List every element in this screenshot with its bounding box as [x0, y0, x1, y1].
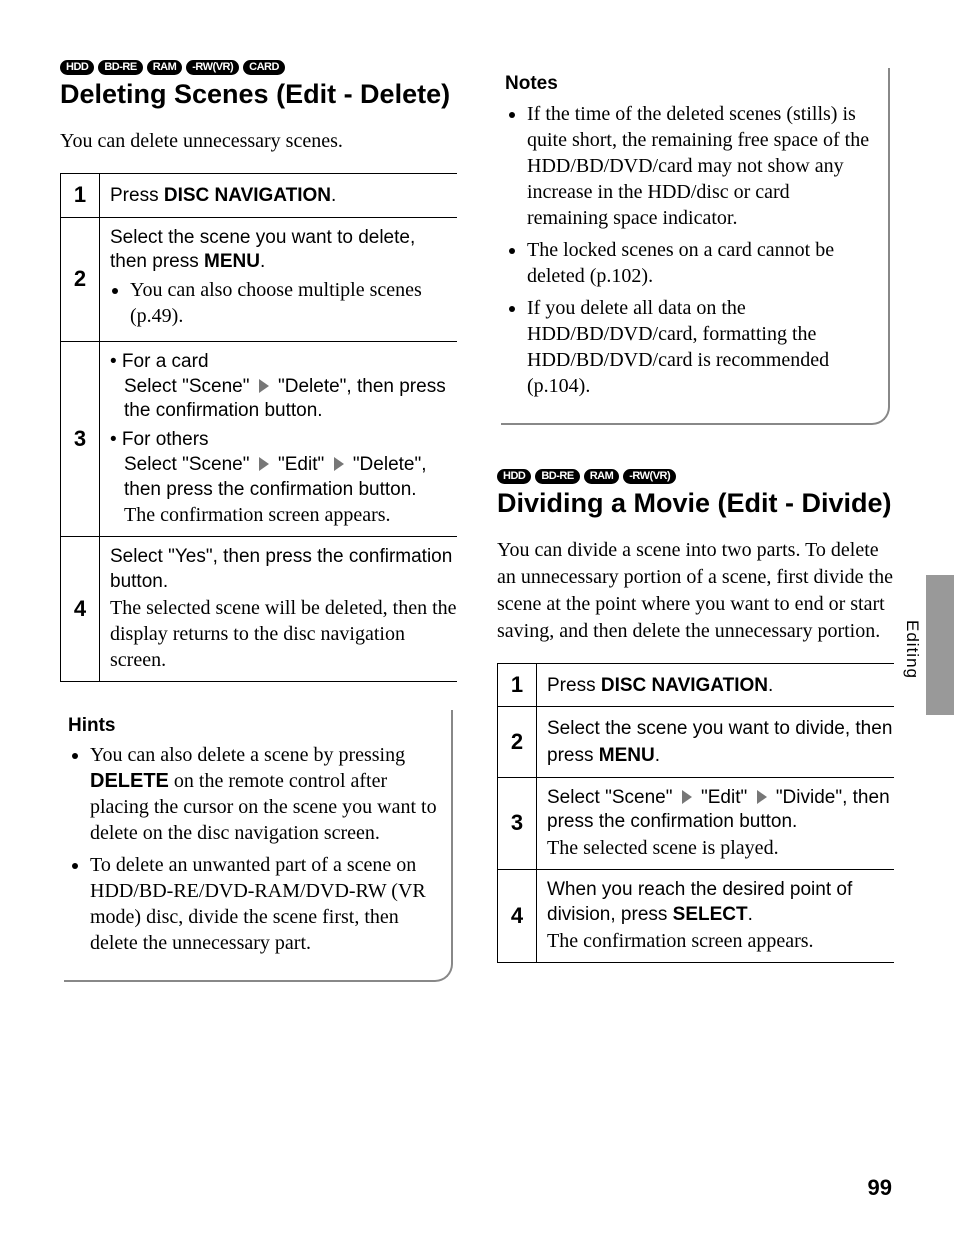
- step-body: Press DISC NAVIGATION.: [537, 664, 894, 707]
- note-item: The locked scenes on a card cannot be de…: [527, 237, 874, 289]
- step-number: 3: [497, 778, 537, 869]
- tag-rwvr: -RW(VR): [623, 469, 676, 484]
- step-body: Select "Yes", then press the confirmatio…: [100, 537, 457, 680]
- text-line: Select "Scene" "Delete", then press the …: [124, 375, 457, 424]
- step-body: Press DISC NAVIGATION.: [100, 174, 457, 217]
- step-body: • For a card Select "Scene" "Delete", th…: [100, 342, 457, 536]
- text-line: Select "Scene" "Edit" "Delete", then pre…: [124, 453, 457, 502]
- media-tags-dividing: HDD BD-RE RAM -RW(VR): [497, 469, 894, 484]
- text-fragment: Select "Scene": [547, 787, 672, 808]
- content-columns: HDD BD-RE RAM -RW(VR) CARD Deleting Scen…: [60, 60, 894, 982]
- text-fragment: • For others: [110, 429, 209, 450]
- tag-card: CARD: [243, 60, 285, 75]
- text-fragment: .: [331, 185, 336, 206]
- step-body: Select "Scene" "Edit" "Divide", then pre…: [537, 778, 894, 869]
- text-fragment: .: [655, 745, 660, 766]
- text-bold: MENU: [204, 251, 260, 272]
- notes-box: Notes If the time of the deleted scenes …: [501, 68, 890, 425]
- hints-box: Hints You can also delete a scene by pre…: [64, 710, 453, 983]
- steps-deleting: 1 Press DISC NAVIGATION. 2 Select the sc…: [60, 173, 457, 682]
- step-text: Select "Scene" "Edit" "Divide", then pre…: [547, 786, 894, 835]
- tag-hdd: HDD: [60, 60, 94, 75]
- media-tags-deleting: HDD BD-RE RAM -RW(VR) CARD: [60, 60, 457, 75]
- text-fragment: .: [768, 675, 773, 696]
- text-fragment: .: [260, 251, 265, 272]
- intro-dividing: You can divide a scene into two parts. T…: [497, 537, 894, 645]
- hint-item: To delete an unwanted part of a scene on…: [90, 852, 437, 956]
- triangle-icon: [757, 790, 767, 804]
- step-subnote: The selected scene is played.: [547, 835, 894, 861]
- step-option-card: • For a card Select "Scene" "Delete", th…: [110, 350, 457, 424]
- step-row: 4 When you reach the desired point of di…: [497, 870, 894, 962]
- steps-dividing: 1 Press DISC NAVIGATION. 2 Select the sc…: [497, 663, 894, 963]
- page-root: Editing HDD BD-RE RAM -RW(VR) CARD Delet…: [0, 0, 954, 1235]
- text-fragment: Select "Scene": [124, 376, 249, 397]
- text-fragment: Select "Scene": [124, 454, 249, 475]
- step-subnote: The confirmation screen appears.: [547, 928, 894, 954]
- triangle-icon: [259, 457, 269, 471]
- hints-title: Hints: [68, 714, 437, 739]
- step-number: 1: [497, 664, 537, 707]
- heading-dividing-movie: Dividing a Movie (Edit - Divide): [497, 488, 894, 519]
- text-bold: DISC NAVIGATION: [601, 675, 768, 696]
- triangle-icon: [259, 379, 269, 393]
- tag-bdre: BD-RE: [98, 60, 142, 75]
- section-tab: [926, 575, 954, 715]
- right-column: Notes If the time of the deleted scenes …: [497, 60, 894, 982]
- text-bold: SELECT: [673, 904, 748, 925]
- triangle-icon: [682, 790, 692, 804]
- step-text: Select "Yes", then press the confirmatio…: [110, 545, 457, 594]
- text-fragment: "Edit": [278, 454, 324, 475]
- tag-rwvr: -RW(VR): [186, 60, 239, 75]
- step-option-others: • For others Select "Scene" "Edit" "Dele…: [110, 428, 457, 502]
- note-item: If you delete all data on the HDD/BD/DVD…: [527, 295, 874, 399]
- step-row: 4 Select "Yes", then press the confirmat…: [60, 537, 457, 681]
- step-number: 2: [497, 707, 537, 776]
- step-text: Press DISC NAVIGATION.: [547, 675, 773, 696]
- step-number: 1: [60, 174, 100, 217]
- step-row: 2 Select the scene you want to divide, t…: [497, 707, 894, 777]
- intro-deleting: You can delete unnecessary scenes.: [60, 128, 457, 155]
- text-fragment: Press: [547, 675, 601, 696]
- step-row: 1 Press DISC NAVIGATION.: [497, 664, 894, 708]
- step-text: Select the scene you want to divide, the…: [547, 718, 892, 766]
- notes-title: Notes: [505, 72, 874, 97]
- text-bold: MENU: [599, 745, 655, 766]
- step-body: When you reach the desired point of divi…: [537, 870, 894, 961]
- step-body: Select the scene you want to delete, the…: [100, 218, 457, 341]
- step-subnote: The confirmation screen appears.: [124, 502, 457, 528]
- text-bold: DELETE: [90, 770, 169, 792]
- hint-item: You can also delete a scene by pressing …: [90, 742, 437, 846]
- left-column: HDD BD-RE RAM -RW(VR) CARD Deleting Scen…: [60, 60, 457, 982]
- section-label: Editing: [902, 620, 922, 679]
- text-fragment: Press: [110, 185, 164, 206]
- text-bold: DISC NAVIGATION: [164, 185, 331, 206]
- heading-deleting-scenes: Deleting Scenes (Edit - Delete): [60, 79, 457, 110]
- step-text: When you reach the desired point of divi…: [547, 878, 894, 927]
- step-number: 4: [60, 537, 100, 680]
- text-fragment: • For a card: [110, 351, 209, 372]
- text-fragment: .: [748, 904, 753, 925]
- page-number: 99: [868, 1175, 892, 1201]
- text-fragment: You can also delete a scene by pressing: [90, 744, 405, 766]
- tag-bdre: BD-RE: [535, 469, 579, 484]
- step-number: 2: [60, 218, 100, 341]
- note-item: If the time of the deleted scenes (still…: [527, 101, 874, 231]
- text-fragment: "Edit": [701, 787, 747, 808]
- step-text: Press DISC NAVIGATION.: [110, 185, 336, 206]
- step-subnote: You can also choose multiple scenes (p.4…: [130, 277, 457, 329]
- tag-ram: RAM: [147, 60, 183, 75]
- triangle-icon: [334, 457, 344, 471]
- tag-ram: RAM: [584, 469, 620, 484]
- step-row: 3 • For a card Select "Scene" "Delete", …: [60, 342, 457, 537]
- step-subnote: The selected scene will be deleted, then…: [110, 595, 457, 673]
- step-text: Select the scene you want to delete, the…: [110, 226, 457, 275]
- step-row: 3 Select "Scene" "Edit" "Divide", then p…: [497, 778, 894, 870]
- step-body: Select the scene you want to divide, the…: [537, 707, 894, 776]
- tag-hdd: HDD: [497, 469, 531, 484]
- step-row: 2 Select the scene you want to delete, t…: [60, 218, 457, 342]
- step-row: 1 Press DISC NAVIGATION.: [60, 174, 457, 218]
- step-number: 4: [497, 870, 537, 961]
- step-number: 3: [60, 342, 100, 536]
